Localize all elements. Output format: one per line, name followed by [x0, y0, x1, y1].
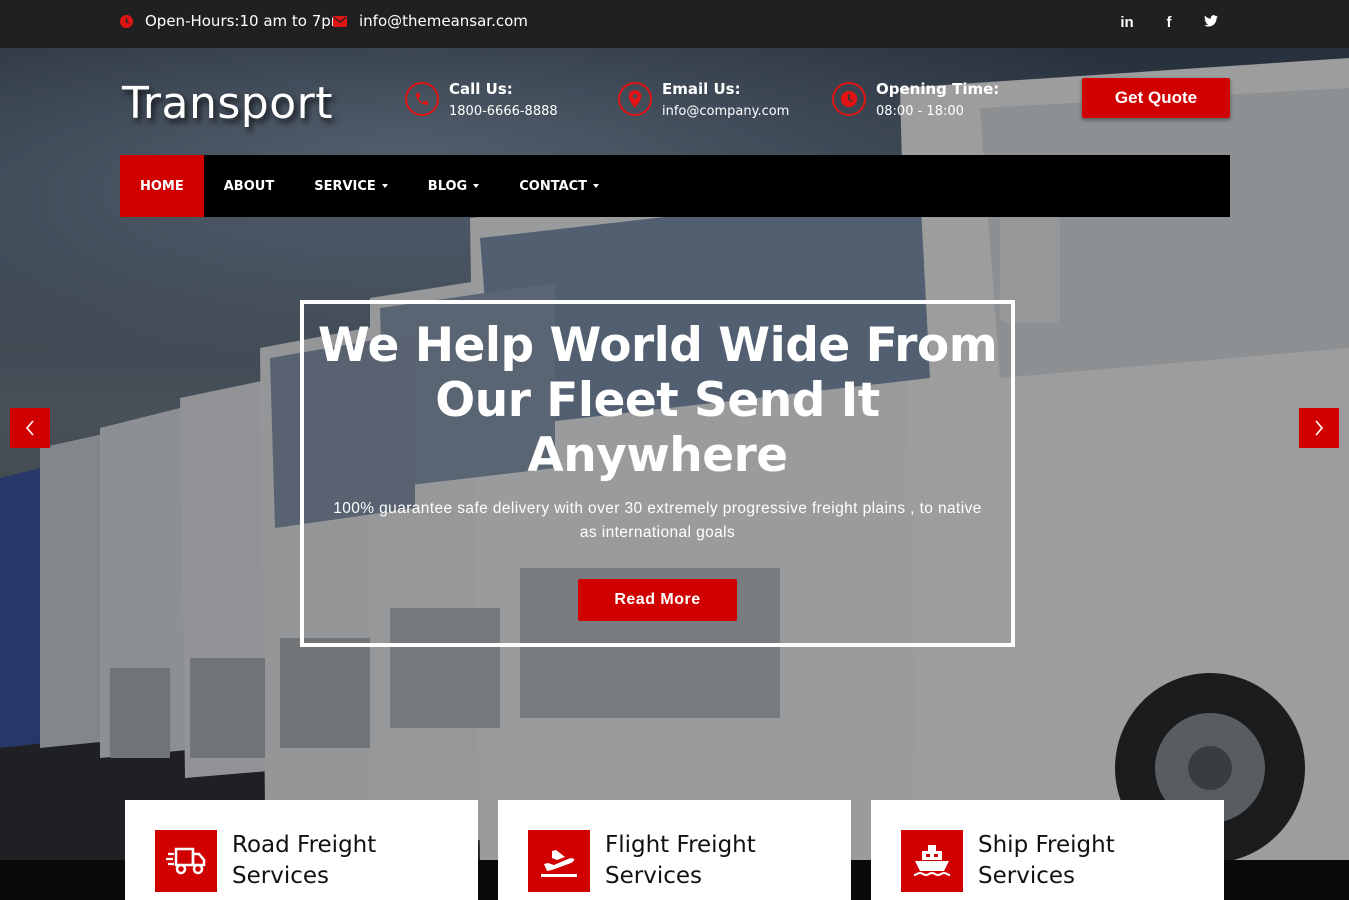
read-more-button[interactable]: Read More	[578, 579, 737, 621]
clock-icon	[832, 82, 866, 116]
service-title-line2: Services	[605, 863, 702, 889]
envelope-icon	[333, 15, 347, 27]
top-email[interactable]: info@themeansar.com	[333, 12, 528, 30]
ship-icon	[901, 830, 963, 892]
caret-down-icon	[593, 184, 600, 188]
contact-email: Email Us: info@company.com	[618, 80, 789, 119]
service-card-ship[interactable]: Ship Freight Services	[871, 800, 1224, 900]
nav-item-service[interactable]: SERVICE	[294, 155, 408, 217]
main-navigation: HOME ABOUT SERVICE BLOG CONTACT	[120, 155, 1230, 217]
nav-item-label: CONTACT	[519, 178, 588, 194]
chevron-left-icon	[25, 420, 34, 436]
service-title-line1: Road Freight	[232, 832, 377, 858]
twitter-icon[interactable]	[1203, 14, 1219, 31]
social-links: in f	[1119, 14, 1219, 31]
service-card-road[interactable]: Road Freight Services	[125, 800, 478, 900]
nav-item-label: ABOUT	[223, 178, 275, 194]
contact-hours: Opening Time: 08:00 - 18:00	[832, 80, 999, 119]
airplane-icon	[528, 830, 590, 892]
phone-icon	[405, 82, 439, 116]
hero-description: 100% guarantee safe delivery with over 3…	[333, 500, 982, 541]
slider-prev-button[interactable]	[10, 408, 50, 448]
service-title-line2: Services	[978, 863, 1075, 889]
contact-call-value[interactable]: 1800-6666-8888	[449, 104, 558, 119]
nav-item-label: HOME	[140, 178, 184, 194]
contact-email-title: Email Us:	[662, 80, 741, 98]
top-email-text[interactable]: info@themeansar.com	[359, 12, 528, 30]
get-quote-button[interactable]: Get Quote	[1082, 78, 1230, 118]
contact-email-value[interactable]: info@company.com	[662, 104, 789, 119]
nav-item-blog[interactable]: BLOG	[408, 155, 499, 217]
service-title-line1: Flight Freight	[605, 832, 756, 858]
map-pin-icon	[618, 82, 652, 116]
truck-icon	[155, 830, 217, 892]
nav-item-about[interactable]: ABOUT	[204, 155, 294, 217]
contact-hours-title: Opening Time:	[876, 80, 1000, 98]
top-bar: Open-Hours:10 am to 7pm info@themeansar.…	[0, 0, 1349, 48]
service-card-flight[interactable]: Flight Freight Services	[498, 800, 851, 900]
caret-down-icon	[473, 184, 480, 188]
service-title-line2: Services	[232, 863, 329, 889]
hero-heading: We Help World Wide From Our Fleet Send I…	[317, 318, 998, 483]
nav-item-label: BLOG	[427, 178, 468, 194]
opening-hours-text: Open-Hours:10 am to 7pm	[145, 12, 346, 30]
contact-call-title: Call Us:	[449, 80, 513, 98]
contact-call: Call Us: 1800-6666-8888	[405, 80, 558, 119]
opening-hours: Open-Hours:10 am to 7pm	[120, 12, 345, 30]
nav-item-label: SERVICE	[314, 178, 376, 194]
slider-next-button[interactable]	[1299, 408, 1339, 448]
nav-item-home[interactable]: HOME	[120, 155, 204, 217]
linkedin-icon[interactable]: in	[1119, 14, 1135, 31]
site-logo[interactable]: Transport	[122, 78, 333, 129]
contact-hours-value: 08:00 - 18:00	[876, 104, 964, 119]
nav-item-contact[interactable]: CONTACT	[499, 155, 619, 217]
chevron-right-icon	[1315, 420, 1324, 436]
hero-slide: We Help World Wide From Our Fleet Send I…	[300, 300, 1015, 647]
facebook-icon[interactable]: f	[1161, 14, 1177, 31]
service-title-line1: Ship Freight	[978, 832, 1115, 858]
caret-down-icon	[381, 184, 388, 188]
clock-icon	[120, 14, 133, 28]
